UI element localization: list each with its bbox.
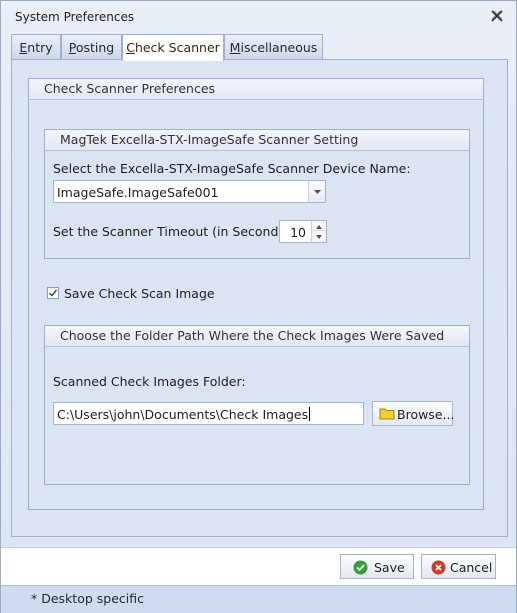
device-name-value: ImageSafe.ImageSafe001 (57, 185, 219, 200)
timeout-spinner[interactable]: 10 (279, 220, 327, 243)
tab-check-scanner[interactable]: Check Scanner (122, 34, 224, 61)
save-check-icon (353, 560, 368, 575)
title-bar: System Preferences (1, 1, 516, 31)
folder-icon (379, 408, 395, 420)
tab-entry[interactable]: Entry (11, 34, 61, 60)
folder-path-value: C:\Users\john\Documents\Check Images (57, 407, 311, 422)
tab-posting[interactable]: Posting (61, 34, 122, 60)
spin-down-icon (316, 235, 322, 239)
button-bar: Save Cancel (1, 547, 516, 585)
device-dropdown-button[interactable] (308, 181, 325, 202)
save-button[interactable]: Save (340, 554, 414, 579)
cancel-x-icon (431, 560, 446, 575)
browse-button[interactable]: Browse... (372, 401, 454, 426)
save-image-checkbox[interactable] (47, 287, 59, 299)
timeout-value: 10 (290, 225, 306, 240)
device-name-combo[interactable]: ImageSafe.ImageSafe001 (53, 180, 326, 203)
check-scanner-panel: Check Scanner Preferences MagTek Excella… (11, 59, 508, 537)
status-bar: * Desktop specific (1, 585, 516, 613)
chevron-down-icon (314, 190, 321, 194)
folder-label: Scanned Check Images Folder: (53, 374, 246, 389)
folder-path-title: Choose the Folder Path Where the Check I… (45, 326, 469, 347)
save-image-label: Save Check Scan Image (64, 286, 215, 301)
close-button[interactable] (490, 9, 504, 23)
status-text: * Desktop specific (31, 591, 144, 606)
cancel-button[interactable]: Cancel (421, 554, 496, 579)
device-name-label: Select the Excella-STX-ImageSafe Scanner… (53, 161, 411, 176)
folder-path-group: Choose the Folder Path Where the Check I… (44, 325, 470, 485)
spin-up-button[interactable] (312, 221, 326, 231)
close-icon (491, 10, 503, 22)
window-title: System Preferences (15, 10, 135, 24)
scanner-setting-title: MagTek Excella-STX-ImageSafe Scanner Set… (45, 130, 469, 151)
scanner-setting-group: MagTek Excella-STX-ImageSafe Scanner Set… (44, 129, 470, 259)
folder-path-input[interactable]: C:\Users\john\Documents\Check Images (53, 402, 364, 425)
check-scanner-preferences-group: Check Scanner Preferences MagTek Excella… (28, 78, 484, 510)
checkmark-icon (48, 289, 58, 297)
preferences-window: System Preferences Entry Posting Check S… (0, 0, 517, 613)
timeout-spin-buttons (311, 221, 326, 242)
timeout-label: Set the Scanner Timeout (in Seconds): (53, 224, 294, 239)
spin-down-button[interactable] (312, 231, 326, 241)
group-title: Check Scanner Preferences (29, 79, 483, 100)
tab-miscellaneous[interactable]: Miscellaneous (224, 34, 323, 60)
